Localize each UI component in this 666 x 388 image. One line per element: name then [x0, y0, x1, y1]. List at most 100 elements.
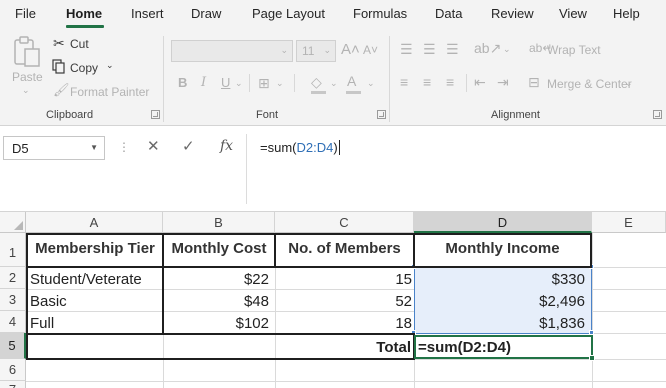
align-top-icon[interactable]: ☰ [400, 42, 413, 56]
tab-formulas[interactable]: Formulas [353, 6, 407, 21]
cell-c2[interactable]: 15 [276, 271, 412, 288]
merge-dropdown-icon[interactable]: ⌄ [625, 79, 633, 88]
column-header-e[interactable]: E [592, 212, 666, 233]
bold-button[interactable]: B [178, 75, 187, 90]
font-color-swatch [346, 91, 361, 94]
increase-font-icon[interactable]: A˄ [341, 42, 360, 57]
cell-b2[interactable]: $22 [164, 271, 269, 288]
cell-c3[interactable]: 52 [276, 293, 412, 310]
font-size-select[interactable]: 11 ⌄ [296, 40, 336, 62]
row-header-2[interactable]: 2 [0, 267, 26, 289]
align-bottom-icon[interactable]: ☰ [446, 42, 459, 56]
format-painter-icon: 🖌 [53, 82, 70, 97]
borders-icon[interactable]: ⊞ [258, 76, 270, 90]
name-box-chevron-icon[interactable]: ▼ [90, 143, 98, 152]
cancel-icon[interactable]: ✕ [147, 137, 160, 155]
tab-view[interactable]: View [559, 6, 587, 21]
total-label-cell[interactable]: Total [276, 339, 411, 356]
font-name-select[interactable]: ⌄ [171, 40, 293, 62]
cell-b3[interactable]: $48 [164, 293, 269, 310]
formula-bar-grip-icon: ⋮ [118, 140, 130, 154]
tab-page-layout[interactable]: Page Layout [252, 6, 325, 21]
header-monthly-income[interactable]: Monthly Income [415, 240, 590, 257]
header-no-of-members[interactable]: No. of Members [276, 240, 413, 257]
orientation-icon[interactable]: ab↗ [474, 41, 501, 55]
underline-dropdown-icon[interactable]: ⌄ [235, 79, 243, 88]
align-middle-icon[interactable]: ☰ [423, 42, 436, 56]
table-border [26, 358, 414, 360]
row-header-4[interactable]: 4 [0, 311, 26, 333]
cut-button[interactable]: Cut [70, 37, 89, 51]
column-header-d[interactable]: D [414, 212, 592, 233]
orientation-dropdown-icon[interactable]: ⌄ [503, 45, 511, 54]
cell-d2[interactable]: $330 [415, 271, 585, 288]
cell-c4[interactable]: 18 [276, 315, 412, 332]
increase-indent-icon[interactable]: ⇥ [497, 75, 509, 89]
decrease-indent-icon[interactable]: ⇤ [474, 75, 486, 89]
fill-handle[interactable] [589, 355, 595, 361]
cell-d5-editing[interactable]: =sum(D2:D4) [418, 339, 588, 356]
tab-insert[interactable]: Insert [131, 6, 164, 21]
column-header-c[interactable]: C [275, 212, 414, 233]
row-header-5[interactable]: 5 [0, 333, 26, 359]
cell-b4[interactable]: $102 [164, 315, 269, 332]
fill-color-icon[interactable]: ◇ [311, 75, 322, 89]
select-all-button[interactable] [0, 212, 26, 233]
formula-input[interactable]: =sum(D2:D4) [260, 140, 340, 155]
alignment-divider [466, 74, 467, 92]
align-left-icon[interactable]: ≡ [400, 75, 408, 89]
copy-button[interactable]: Copy [70, 61, 98, 75]
row-header-7[interactable]: 7 [0, 381, 26, 388]
row-header-6[interactable]: 6 [0, 359, 26, 381]
fill-color-swatch [311, 91, 326, 94]
tab-home[interactable]: Home [66, 6, 102, 21]
worksheet-grid: A B C D E 1 2 3 4 5 6 7 Membership Tier … [0, 212, 666, 388]
ribbon-divider [163, 36, 164, 122]
column-header-b[interactable]: B [163, 212, 275, 233]
header-monthly-cost[interactable]: Monthly Cost [164, 240, 274, 257]
scissors-icon: ✂ [53, 35, 65, 51]
paste-button[interactable]: Paste [12, 70, 43, 84]
insert-function-icon[interactable]: fx [220, 138, 233, 154]
alignment-launcher-icon[interactable] [653, 110, 662, 119]
paste-dropdown-icon[interactable]: ⌄ [22, 86, 30, 95]
ribbon-divider [389, 36, 390, 122]
cell-a2[interactable]: Student/Veterate [30, 271, 161, 288]
tab-data[interactable]: Data [435, 6, 462, 21]
cell-a4[interactable]: Full [30, 315, 161, 332]
enter-icon[interactable]: ✓ [182, 137, 195, 155]
header-membership-tier[interactable]: Membership Tier [28, 240, 162, 257]
borders-dropdown-icon[interactable]: ⌄ [276, 79, 284, 88]
table-border [590, 233, 592, 267]
underline-button[interactable]: U [221, 75, 230, 90]
tab-draw[interactable]: Draw [191, 6, 221, 21]
row-header-3[interactable]: 3 [0, 289, 26, 311]
font-color-icon[interactable]: A [347, 74, 356, 88]
row-header-1[interactable]: 1 [0, 233, 26, 267]
copy-dropdown-icon[interactable]: ⌄ [106, 61, 114, 70]
name-box[interactable]: D5 ▼ [3, 136, 105, 160]
italic-button[interactable]: I [201, 75, 206, 90]
wrap-text-button[interactable]: Wrap Text [547, 43, 601, 57]
decrease-font-icon[interactable]: A˅ [363, 44, 378, 56]
table-border [26, 266, 592, 268]
cell-d3[interactable]: $2,496 [415, 293, 585, 310]
merge-center-icon: ⊟ [528, 74, 540, 90]
paste-icon[interactable] [12, 36, 42, 68]
active-tab-indicator [66, 25, 104, 28]
tab-review[interactable]: Review [491, 6, 534, 21]
font-color-dropdown-icon[interactable]: ⌄ [367, 79, 375, 88]
merge-center-button[interactable]: Merge & Center [547, 77, 632, 91]
align-right-icon[interactable]: ≡ [446, 75, 454, 89]
font-launcher-icon[interactable] [377, 110, 386, 119]
column-header-a[interactable]: A [26, 212, 163, 233]
cell-d4[interactable]: $1,836 [415, 315, 585, 332]
clipboard-launcher-icon[interactable] [151, 110, 160, 119]
fill-color-dropdown-icon[interactable]: ⌄ [330, 79, 338, 88]
formula-range-ref: D2:D4 [296, 140, 334, 155]
format-painter-button[interactable]: Format Painter [70, 85, 149, 99]
tab-file[interactable]: File [15, 6, 36, 21]
cell-a3[interactable]: Basic [30, 293, 161, 310]
tab-help[interactable]: Help [613, 6, 640, 21]
align-center-icon[interactable]: ≡ [423, 75, 431, 89]
